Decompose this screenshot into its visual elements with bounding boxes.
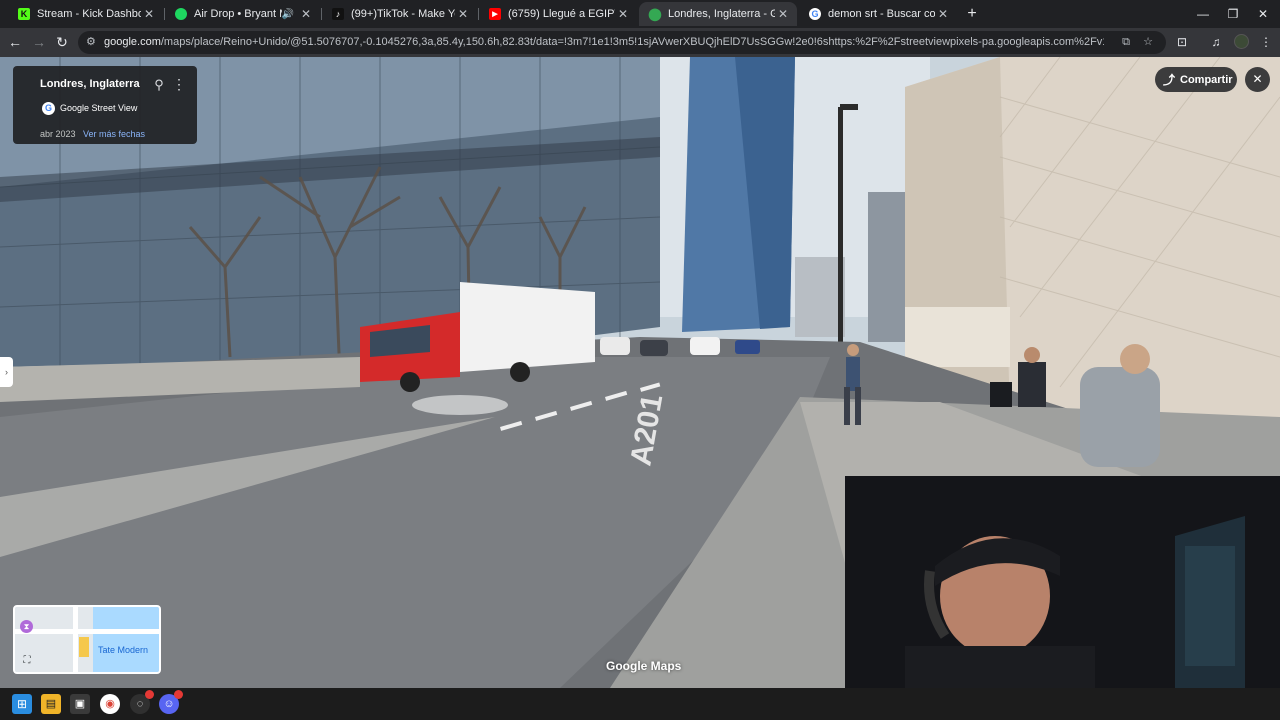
app-icon[interactable]: ▣ bbox=[70, 694, 90, 714]
share-icon: ⤴ bbox=[1162, 73, 1175, 87]
profile-avatar[interactable] bbox=[1234, 34, 1249, 49]
minimap[interactable]: ⧗ Tate Modern ⛶ bbox=[13, 605, 161, 674]
close-tab-icon[interactable]: ✕ bbox=[775, 7, 791, 21]
discord-icon[interactable]: ☺ bbox=[159, 690, 183, 714]
tab-title: Stream - Kick Dashboard bbox=[37, 8, 141, 20]
place-title[interactable]: Londres, Inglaterra bbox=[40, 78, 140, 90]
close-tab-icon[interactable]: ✕ bbox=[615, 7, 631, 21]
street-view-panorama[interactable]: A201 Londres, Inglaterra G Google Street… bbox=[0, 57, 1280, 688]
close-tab-icon[interactable]: ✕ bbox=[141, 7, 157, 21]
minimap-label: Tate Modern bbox=[98, 645, 149, 655]
google-maps-icon: ⬤ bbox=[648, 7, 662, 21]
more-options-icon[interactable]: ⋮ bbox=[172, 77, 186, 93]
back-icon[interactable]: ← bbox=[5, 32, 25, 52]
tab-title: (6759) Llegué a EGIPTO y todo bbox=[508, 8, 615, 20]
reload-icon[interactable]: ↻ bbox=[52, 32, 72, 52]
url-text[interactable]: google.com/maps/place/Reino+Unido/@51.50… bbox=[104, 36, 1104, 48]
google-lens-icon[interactable]: ⊡ bbox=[1172, 32, 1192, 52]
site-info-icon[interactable]: ⚙ bbox=[86, 35, 100, 49]
capture-date: abr 2023 bbox=[40, 129, 76, 139]
kick-icon: K bbox=[18, 8, 30, 20]
more-dates-link[interactable]: Ver más fechas bbox=[83, 129, 145, 139]
tab-youtube[interactable]: ▶ (6759) Llegué a EGIPTO y todo ✕ bbox=[479, 2, 637, 26]
restore-icon[interactable]: ❐ bbox=[1218, 0, 1248, 28]
close-window-icon[interactable]: ✕ bbox=[1248, 0, 1278, 28]
tab-kick[interactable]: K Stream - Kick Dashboard ✕ bbox=[8, 2, 163, 26]
audio-playing-icon[interactable]: 🔊 bbox=[282, 9, 294, 20]
windows-start-icon[interactable]: ⊞ bbox=[12, 694, 32, 714]
share-button[interactable]: ⤴ Compartir bbox=[1155, 67, 1237, 92]
browser-menu-icon[interactable]: ⋮ bbox=[1256, 32, 1276, 52]
marker-icon: ⧗ bbox=[20, 620, 33, 633]
google-icon: G bbox=[809, 8, 821, 20]
street-view-info-card: Londres, Inglaterra G Google Street View… bbox=[13, 66, 197, 144]
google-icon: G bbox=[42, 102, 55, 115]
browser-toolbar: ← → ↻ ⚙ google.com/maps/place/Reino+Unid… bbox=[0, 28, 1280, 57]
tab-tiktok[interactable]: ♪ (99+)TikTok - Make Your Day ✕ bbox=[322, 2, 477, 26]
forward-icon[interactable]: → bbox=[29, 32, 49, 52]
tiktok-icon: ♪ bbox=[332, 8, 344, 20]
spotify-icon bbox=[175, 8, 187, 20]
tab-strip: K Stream - Kick Dashboard ✕ Air Drop • B… bbox=[0, 0, 1280, 28]
close-street-view-button[interactable]: ✕ bbox=[1245, 67, 1270, 92]
minimize-icon[interactable]: — bbox=[1188, 0, 1218, 28]
location-pin-icon[interactable]: ⚲ bbox=[152, 77, 166, 93]
notification-badge bbox=[145, 690, 154, 699]
obs-icon[interactable]: ◌ bbox=[130, 690, 154, 714]
tab-google-search[interactable]: G demon srt - Buscar con Google ✕ bbox=[799, 2, 957, 26]
minimap-image bbox=[15, 607, 159, 672]
media-control-icon[interactable]: ♫ bbox=[1206, 32, 1226, 52]
install-app-icon[interactable]: ⧉ bbox=[1118, 34, 1134, 50]
tab-title: (99+)TikTok - Make Your Day bbox=[351, 8, 455, 20]
youtube-icon: ▶ bbox=[489, 8, 501, 20]
bookmark-star-icon[interactable]: ☆ bbox=[1140, 34, 1156, 50]
webcam-image bbox=[845, 476, 1280, 688]
file-explorer-icon[interactable]: ▤ bbox=[41, 694, 61, 714]
chrome-icon[interactable]: ◉ bbox=[100, 694, 120, 714]
close-tab-icon[interactable]: ✕ bbox=[298, 7, 314, 21]
address-bar[interactable]: ⚙ google.com/maps/place/Reino+Unido/@51.… bbox=[78, 31, 1166, 54]
tab-title: demon srt - Buscar con Google bbox=[828, 8, 935, 20]
tab-title: Air Drop • Bryant Myers bbox=[194, 8, 282, 20]
tab-google-maps[interactable]: ⬤ Londres, Inglaterra - Google M ✕ bbox=[639, 2, 797, 26]
close-tab-icon[interactable]: ✕ bbox=[455, 7, 471, 21]
google-maps-logo: Google Maps bbox=[606, 659, 682, 673]
expand-panel-handle[interactable]: › bbox=[0, 357, 13, 387]
webcam-overlay bbox=[845, 476, 1280, 688]
tab-title: Londres, Inglaterra - Google M bbox=[668, 8, 775, 20]
close-tab-icon[interactable]: ✕ bbox=[935, 7, 951, 21]
expand-map-icon[interactable]: ⛶ bbox=[21, 655, 33, 667]
windows-taskbar: ⊞ ▤ ▣ ◉ ◌ ☺ bbox=[0, 688, 1280, 720]
new-tab-button[interactable]: + bbox=[962, 4, 982, 24]
notification-badge bbox=[174, 690, 183, 699]
tab-spotify[interactable]: Air Drop • Bryant Myers 🔊 ✕ bbox=[165, 2, 320, 26]
share-label: Compartir bbox=[1180, 73, 1233, 86]
source-label: Google Street View bbox=[60, 103, 138, 113]
